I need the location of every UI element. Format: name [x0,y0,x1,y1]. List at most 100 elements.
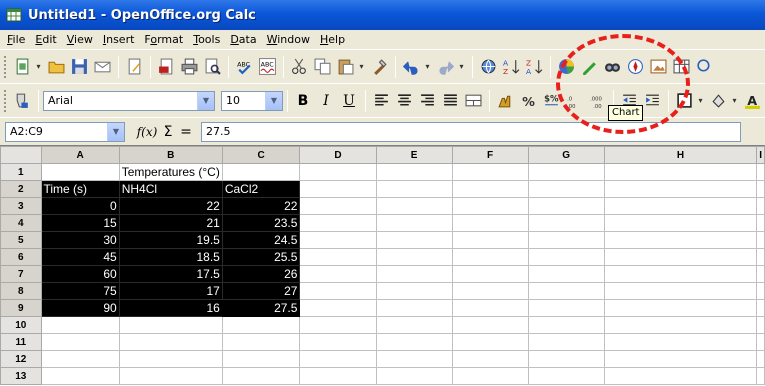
cell[interactable]: 60 [40,265,120,283]
cell[interactable] [375,265,453,283]
cell[interactable]: 17.5 [118,265,223,283]
cell[interactable] [118,367,223,385]
cell[interactable] [299,180,377,198]
cell[interactable] [221,316,301,334]
cell[interactable]: 30 [40,231,120,249]
align-center-icon[interactable] [393,90,415,112]
print-preview-icon[interactable] [201,56,223,78]
cell[interactable] [756,350,765,368]
cell[interactable] [299,231,377,249]
cell[interactable]: 17 [118,282,223,300]
cell[interactable] [756,231,765,249]
spellcheck-icon[interactable]: ABC [233,56,255,78]
sum-icon[interactable]: Σ [159,124,177,140]
cell[interactable]: NH4Cl [118,180,223,198]
currency-format-icon[interactable] [494,90,516,112]
cell[interactable] [375,231,453,249]
select-all-corner[interactable] [0,146,42,164]
cell[interactable] [299,367,377,385]
cell[interactable] [375,316,453,334]
delete-decimal-icon[interactable]: .000.00 [586,90,608,112]
cell[interactable]: 90 [40,299,120,317]
cell[interactable] [603,350,758,368]
merge-cells-icon[interactable] [462,90,484,112]
cell[interactable] [299,333,377,351]
function-icon[interactable]: = [177,124,195,140]
cell[interactable]: 25.5 [221,248,301,266]
cell[interactable]: 16 [118,299,223,317]
column-header[interactable]: F [451,146,529,164]
menu-item[interactable]: File [2,30,30,49]
cell[interactable] [756,333,765,351]
menu-item[interactable]: Help [315,30,350,49]
cell[interactable] [603,265,758,283]
cell[interactable] [756,299,765,317]
toolbar-grip[interactable] [3,88,7,113]
bold-icon[interactable]: B [292,90,314,112]
cell[interactable]: CaCl2 [221,180,301,198]
cell[interactable]: 23.5 [221,214,301,232]
cell[interactable] [299,316,377,334]
cell[interactable] [299,350,377,368]
menu-item[interactable]: Window [262,30,315,49]
row-header[interactable]: 2 [0,180,42,198]
cell[interactable] [527,214,605,232]
cell[interactable] [451,265,529,283]
name-box[interactable]: A2:C9 ▼ [5,121,125,142]
cell[interactable]: 21 [118,214,223,232]
cell[interactable] [375,367,453,385]
cell[interactable] [375,299,453,317]
sort-descending-icon[interactable]: ZA [523,56,545,78]
font-color-icon[interactable]: A [741,90,763,112]
cell[interactable] [375,180,453,198]
row-header[interactable]: 11 [0,333,42,351]
cell[interactable] [603,248,758,266]
cell[interactable] [375,214,453,232]
cell[interactable] [375,282,453,300]
cell[interactable] [756,282,765,300]
sort-ascending-icon[interactable]: AZ [500,56,522,78]
cell[interactable] [603,163,758,181]
cell[interactable] [299,265,377,283]
cell[interactable]: 24.5 [221,231,301,249]
cell[interactable] [40,316,120,334]
row-header[interactable]: 13 [0,367,42,385]
row-header[interactable]: 10 [0,316,42,334]
cell[interactable] [527,282,605,300]
navigator-icon[interactable] [624,56,646,78]
cell[interactable] [527,248,605,266]
menu-item[interactable]: Edit [30,30,61,49]
cell[interactable] [527,265,605,283]
row-header[interactable]: 3 [0,197,42,215]
save-icon[interactable] [68,56,90,78]
menu-item[interactable]: Tools [188,30,225,49]
cell[interactable] [756,248,765,266]
paste-icon[interactable] [334,56,356,78]
row-header[interactable]: 1 [0,163,42,181]
cell[interactable] [527,180,605,198]
cell[interactable] [299,282,377,300]
gallery-icon[interactable] [647,56,669,78]
cell[interactable] [451,231,529,249]
cell[interactable] [756,180,765,198]
align-right-icon[interactable] [416,90,438,112]
cell[interactable] [221,367,301,385]
cell[interactable]: 27 [221,282,301,300]
cell[interactable] [451,333,529,351]
styles-formatting-icon[interactable] [11,90,33,112]
row-header[interactable]: 8 [0,282,42,300]
menu-item[interactable]: Format [139,30,188,49]
cell[interactable] [603,299,758,317]
menu-item[interactable]: Data [225,30,261,49]
cell[interactable] [527,197,605,215]
align-left-icon[interactable] [370,90,392,112]
data-sources-icon[interactable] [670,56,692,78]
column-header[interactable]: E [375,146,453,164]
row-header[interactable]: 12 [0,350,42,368]
add-decimal-icon[interactable]: .0.00 [563,90,585,112]
cell[interactable] [451,180,529,198]
cell[interactable] [603,333,758,351]
function-wizard-icon[interactable]: f(x) [135,125,159,139]
cell-table[interactable]: ABCDEFGHI 1 Temperatures (°C) 2 Time (s) NH4… [0,146,765,385]
row-header[interactable]: 6 [0,248,42,266]
